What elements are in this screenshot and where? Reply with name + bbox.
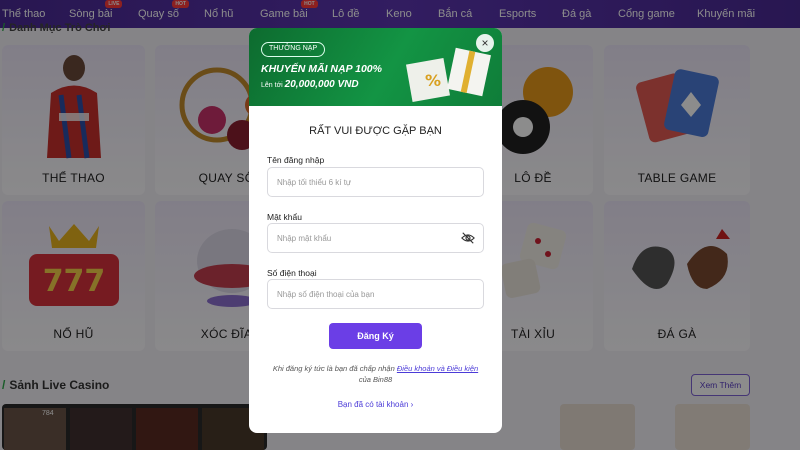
modal-heading: RẤT VUI ĐƯỢC GẶP BẠN (309, 125, 442, 137)
password-input[interactable]: Nhập mật khẩu (267, 223, 484, 253)
register-button[interactable]: Đăng Ký (329, 323, 422, 349)
terms-text: Khi đăng ký tức là bạn đã chấp nhận Điều… (249, 363, 502, 385)
password-label: Mật khẩu (267, 212, 302, 222)
close-button[interactable]: × (476, 34, 494, 52)
register-modal: THƯỞNG NẠP KHUYẾN MÃI NẠP 100% Lên tới 2… (249, 28, 502, 433)
terms-link[interactable]: Điều khoản và Điều kiện (397, 364, 478, 373)
terms-suffix: của Bin88 (358, 375, 393, 384)
password-placeholder: Nhập mật khẩu (277, 234, 332, 243)
terms-prefix: Khi đăng ký tức là bạn đã chấp nhận (272, 364, 395, 373)
promo-tag: THƯỞNG NẠP (261, 42, 326, 57)
eye-off-icon[interactable] (461, 231, 475, 245)
promo-amount: 20,000,000 VND (284, 79, 359, 90)
promo-prefix: Lên tới (261, 82, 283, 89)
username-placeholder: Nhập tối thiểu 6 kí tự (277, 178, 352, 187)
promo-banner[interactable]: THƯỞNG NẠP KHUYẾN MÃI NẠP 100% Lên tới 2… (249, 28, 502, 106)
phone-input[interactable]: Nhập số điện thoại của bạn (267, 279, 484, 309)
username-label: Tên đăng nhập (267, 155, 325, 165)
username-input[interactable]: Nhập tối thiểu 6 kí tự (267, 167, 484, 197)
phone-placeholder: Nhập số điện thoại của bạn (277, 290, 375, 299)
promo-subtitle: Lên tới 20,000,000 VND (261, 79, 359, 90)
promo-title: KHUYẾN MÃI NẠP 100% (261, 63, 382, 75)
login-link-label: Bạn đã có tài khoản (337, 400, 409, 409)
chevron-right-icon: › (410, 400, 414, 409)
svg-text:%: % (425, 71, 441, 90)
phone-label: Số điện thoại (267, 268, 317, 278)
login-link[interactable]: Bạn đã có tài khoản › (249, 400, 502, 409)
